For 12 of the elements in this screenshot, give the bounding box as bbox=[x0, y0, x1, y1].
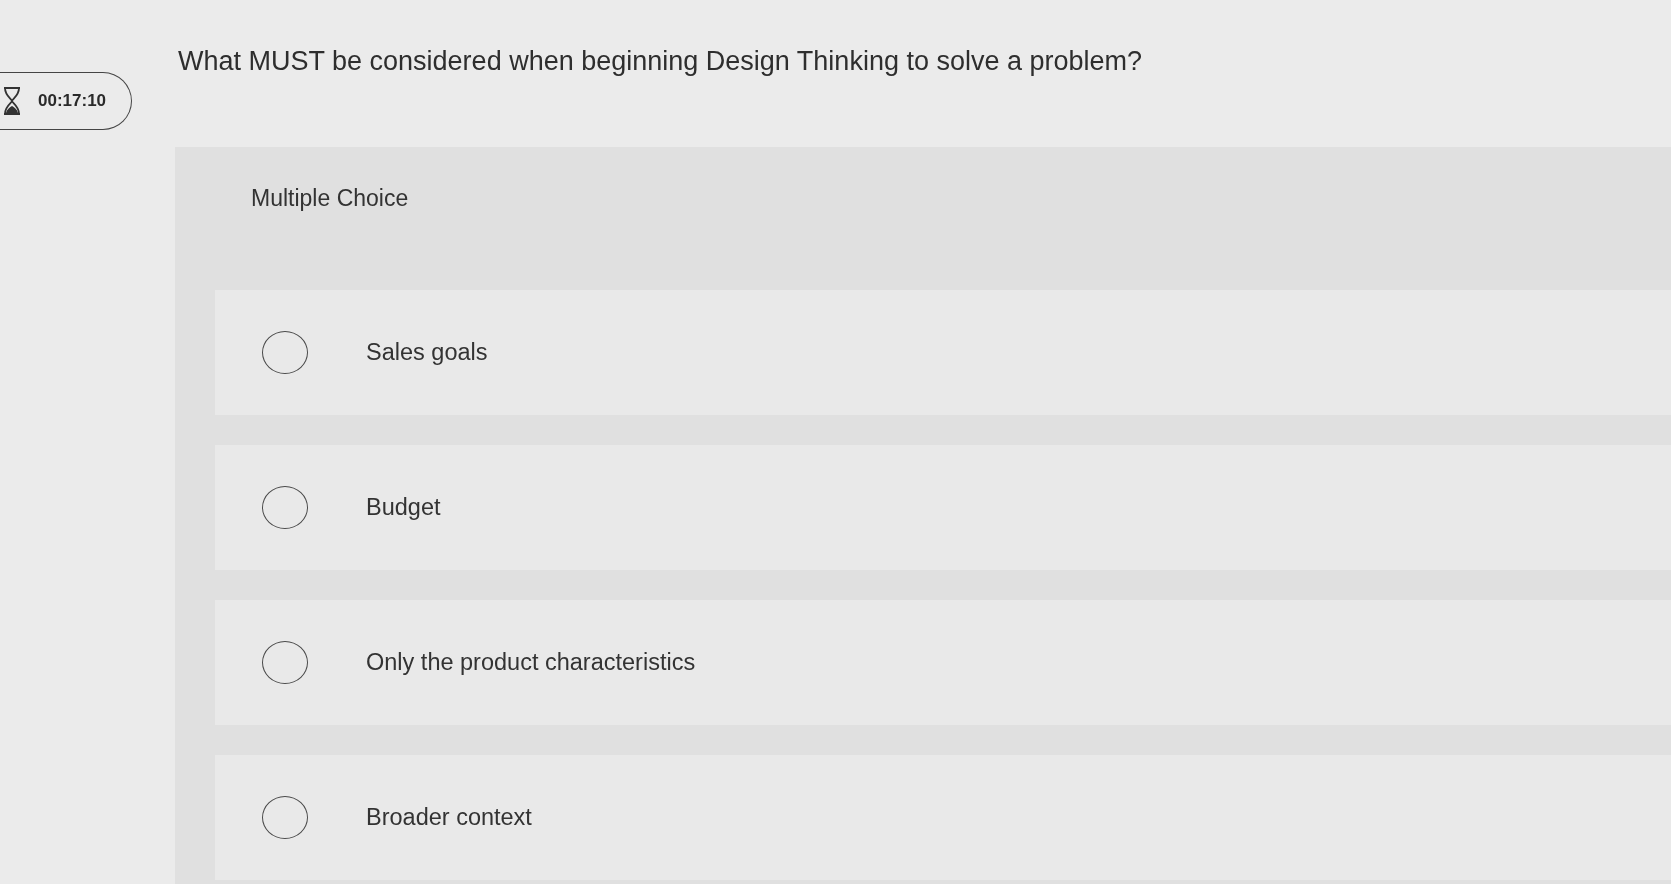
option-label: Budget bbox=[366, 494, 441, 521]
answer-option[interactable]: Budget bbox=[215, 445, 1671, 570]
timer-text: 00:17:10 bbox=[38, 91, 107, 111]
answer-option[interactable]: Only the product characteristics bbox=[215, 600, 1671, 725]
hourglass-icon bbox=[2, 87, 22, 115]
question-text: What MUST be considered when beginning Design Thinking to solve a problem? bbox=[177, 45, 1144, 78]
answer-option[interactable]: Sales goals bbox=[215, 290, 1671, 415]
option-label: Broader context bbox=[366, 804, 532, 831]
answer-option[interactable]: Broader context bbox=[215, 755, 1671, 880]
question-type-label: Multiple Choice bbox=[251, 185, 409, 211]
option-label: Only the product characteristics bbox=[366, 649, 696, 676]
option-label: Sales goals bbox=[366, 339, 488, 366]
